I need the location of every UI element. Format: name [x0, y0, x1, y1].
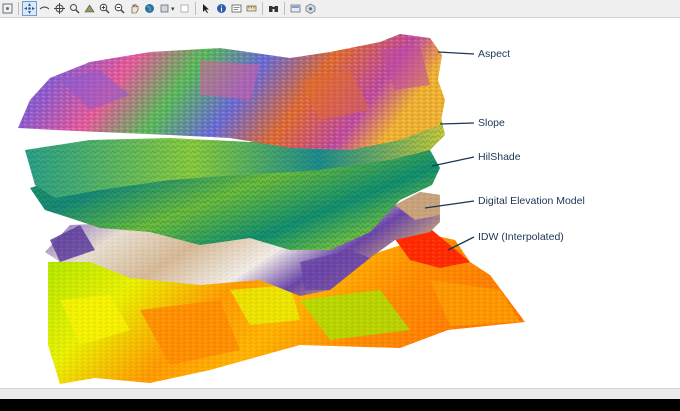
- leader-aspect: [437, 51, 475, 55]
- measure-icon[interactable]: [245, 2, 258, 15]
- info-icon[interactable]: [215, 2, 228, 15]
- set-observer-icon[interactable]: [83, 2, 96, 15]
- nav-3d-icon[interactable]: [304, 2, 317, 15]
- html-popup-icon[interactable]: [230, 2, 243, 15]
- toolbar-separator: [194, 2, 196, 15]
- navigate-3d-icon[interactable]: [158, 2, 171, 15]
- toolbar-separator: [283, 2, 285, 15]
- toolbar-separator: [18, 2, 19, 15]
- fly-icon[interactable]: [38, 2, 51, 15]
- zoom-to-target-icon[interactable]: [68, 2, 81, 15]
- globe-icon[interactable]: [143, 2, 156, 15]
- terrain-layers-scene[interactable]: Aspect Slope HilShade Digital Elevation …: [0, 18, 680, 388]
- leader-slope: [439, 122, 475, 125]
- label-hillshade: HilShade: [478, 151, 521, 163]
- layer-properties-icon[interactable]: [289, 2, 302, 15]
- aspect-layer: [18, 34, 445, 150]
- leader-hillshade: [431, 156, 475, 167]
- navigate-icon[interactable]: [22, 1, 37, 16]
- hand-pan-icon[interactable]: [128, 2, 141, 15]
- find-icon[interactable]: [267, 2, 280, 15]
- 3d-scene-view[interactable]: Aspect Slope HilShade Digital Elevation …: [0, 18, 680, 388]
- zoom-in-icon[interactable]: [98, 2, 111, 15]
- label-slope: Slope: [478, 117, 505, 129]
- target-center-icon[interactable]: [53, 2, 66, 15]
- label-dem: Digital Elevation Model: [478, 195, 585, 207]
- pan-tool-icon[interactable]: [1, 2, 14, 15]
- label-idw: IDW (Interpolated): [478, 231, 564, 243]
- dropdown-arrow-icon[interactable]: ▾: [171, 5, 175, 13]
- label-aspect: Aspect: [478, 48, 510, 60]
- screen-bottom-edge: [0, 399, 680, 411]
- toolbar-separator: [261, 2, 263, 15]
- map-toolbar: ▾: [0, 0, 680, 18]
- select-arrow-icon[interactable]: [200, 2, 213, 15]
- layer-toggle-icon[interactable]: [178, 2, 191, 15]
- zoom-out-icon[interactable]: [113, 2, 126, 15]
